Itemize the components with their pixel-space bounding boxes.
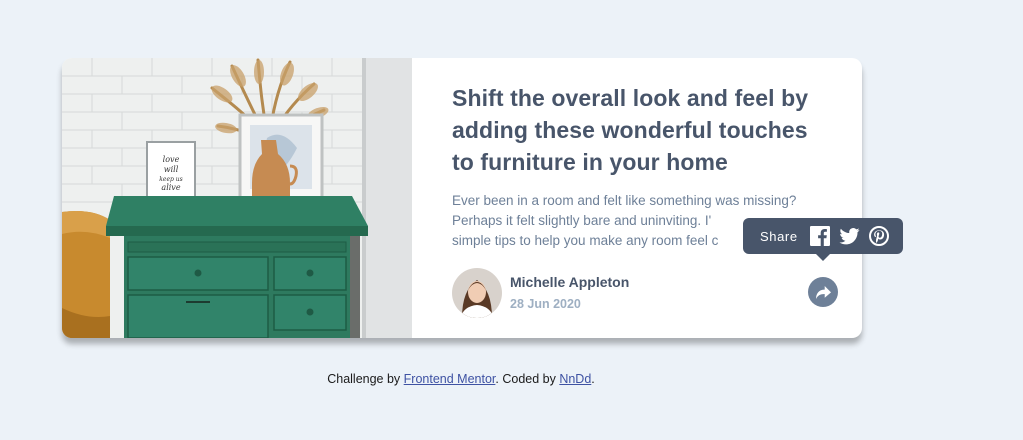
drawers-photo: love will keep us alive bbox=[62, 58, 412, 338]
share-button[interactable] bbox=[808, 277, 838, 307]
card-content: Shift the overall look and feel by addin… bbox=[412, 58, 862, 338]
frontend-mentor-link[interactable]: Frontend Mentor bbox=[404, 372, 496, 386]
frame-text-2: will bbox=[164, 165, 179, 174]
share-arrow-icon bbox=[815, 285, 831, 299]
pinterest-icon[interactable] bbox=[868, 226, 889, 246]
excerpt-line: Ever been in a room and felt like someth… bbox=[452, 193, 797, 208]
avatar bbox=[452, 268, 502, 318]
attribution-footer: Challenge by Frontend Mentor. Coded by N… bbox=[0, 372, 922, 386]
author-info: Michelle Appleton 28 Jun 2020 bbox=[452, 268, 629, 318]
share-tooltip: Share bbox=[743, 218, 903, 261]
facebook-icon[interactable] bbox=[809, 226, 830, 246]
share-label: Share bbox=[760, 228, 798, 244]
post-date: 28 Jun 2020 bbox=[510, 297, 581, 311]
author-link[interactable]: NnDd bbox=[559, 372, 591, 386]
attribution-prefix: Challenge by bbox=[327, 372, 404, 386]
frame-text-1: love bbox=[163, 155, 180, 164]
attribution-middle: . Coded by bbox=[495, 372, 560, 386]
author-name: Michelle Appleton bbox=[510, 274, 630, 290]
article-title: Shift the overall look and feel by addin… bbox=[452, 85, 809, 175]
twitter-icon[interactable] bbox=[839, 227, 860, 245]
frame-text-3: keep us bbox=[159, 176, 182, 183]
frame-text-4: alive bbox=[161, 183, 180, 192]
drawers-illustration: love will keep us alive bbox=[62, 58, 412, 338]
article-card: love will keep us alive Shift the overal… bbox=[62, 58, 862, 338]
attribution-suffix: . bbox=[591, 372, 595, 386]
